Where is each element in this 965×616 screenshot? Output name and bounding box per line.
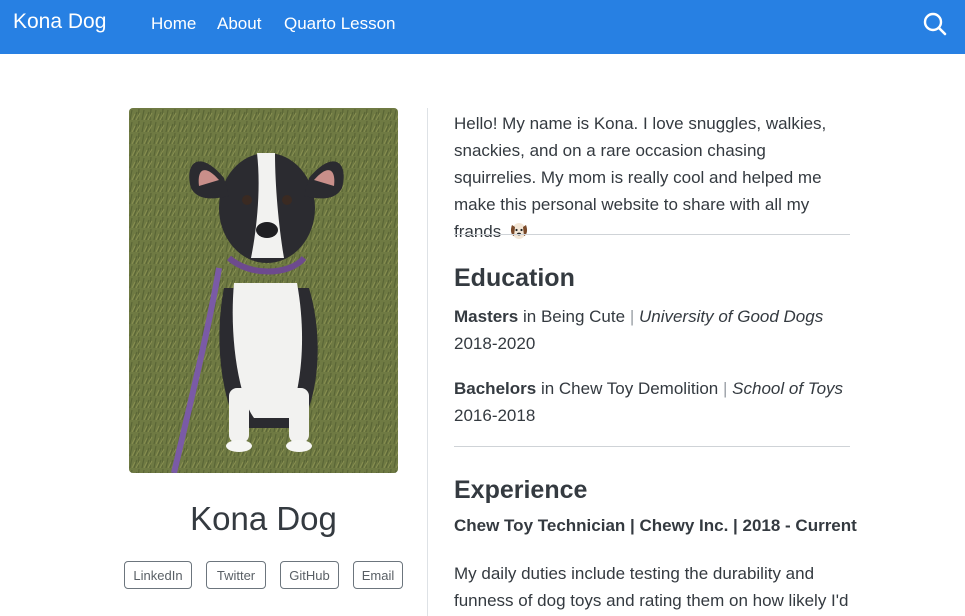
twitter-link[interactable]: Twitter bbox=[206, 561, 266, 589]
separator: | bbox=[629, 307, 635, 326]
nav-about[interactable]: About bbox=[217, 14, 261, 34]
nav-home[interactable]: Home bbox=[151, 14, 196, 34]
degree: Bachelors bbox=[454, 379, 537, 398]
profile-name: Kona Dog bbox=[190, 500, 337, 537]
degree: Masters bbox=[454, 307, 519, 326]
search-button[interactable] bbox=[922, 11, 948, 37]
column-divider bbox=[427, 108, 428, 616]
job-description: My daily duties include testing the dura… bbox=[454, 564, 849, 610]
separator: | bbox=[723, 379, 728, 398]
profile-photo bbox=[129, 108, 398, 473]
years: 2016-2018 bbox=[454, 406, 536, 425]
github-link[interactable]: GitHub bbox=[280, 561, 339, 589]
site-brand-link[interactable]: Kona Dog bbox=[13, 10, 106, 34]
email-link[interactable]: Email bbox=[353, 561, 403, 589]
search-icon bbox=[923, 12, 947, 36]
nav-quarto-lesson[interactable]: Quarto Lesson bbox=[284, 14, 396, 34]
field: in Being Cute bbox=[523, 307, 626, 326]
about-intro: Hello! My name is Kona. I love snuggles,… bbox=[454, 110, 850, 245]
dog-face-icon bbox=[510, 223, 528, 239]
section-divider bbox=[454, 446, 850, 447]
linkedin-link[interactable]: LinkedIn bbox=[124, 561, 192, 589]
field: in Chew Toy Demolition bbox=[540, 379, 719, 398]
experience-heading: Experience bbox=[454, 476, 588, 504]
years: 2018-2020 bbox=[454, 334, 536, 353]
education-entry: Masters in Being Cute | University of Go… bbox=[454, 303, 850, 357]
school: School of Toys bbox=[732, 379, 844, 398]
social-links: LinkedIn Twitter GitHub Email bbox=[124, 561, 404, 591]
education-entry: Bachelors in Chew Toy Demolition | Schoo… bbox=[454, 375, 850, 429]
navbar: Kona Dog Home About Quarto Lesson bbox=[0, 0, 965, 54]
section-divider bbox=[454, 234, 850, 235]
school: University of Good Dogs bbox=[638, 307, 824, 326]
education-heading: Education bbox=[454, 264, 575, 292]
job-title: Chew Toy Technician | Chewy Inc. | 2018 … bbox=[454, 516, 857, 535]
